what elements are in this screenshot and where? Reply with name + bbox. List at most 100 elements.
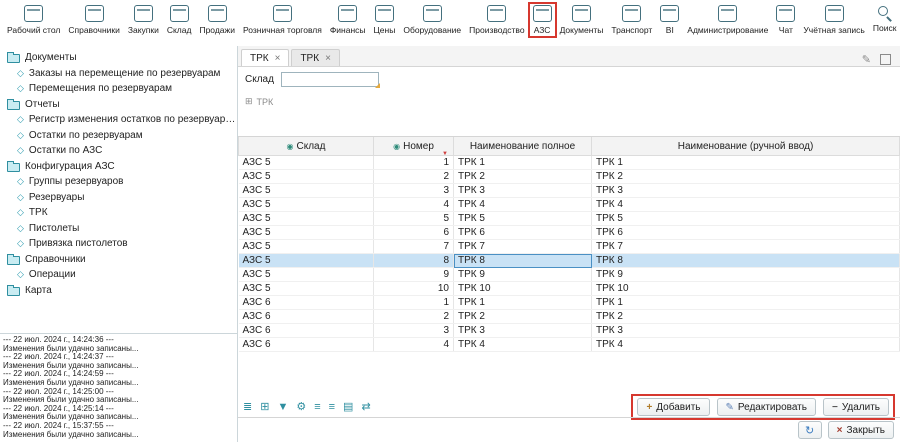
cell-full[interactable]: ТРК 7: [454, 240, 592, 254]
cell-nomer[interactable]: 3: [374, 184, 454, 198]
sidebar-item-gruppy-rezervuarov[interactable]: ◇Группы резервуаров: [0, 174, 237, 190]
cell-sklad[interactable]: АЗС 5: [239, 226, 374, 240]
transfer-icon[interactable]: ⇄: [361, 402, 370, 413]
sidebar-item-ostatki-po-azs[interactable]: ◇Остатки по АЗС: [0, 143, 237, 159]
toolbar-item-search[interactable]: Поиск: [869, 3, 900, 35]
column-header[interactable]: Наименование полное: [454, 137, 592, 156]
cell-full[interactable]: ТРК 2: [454, 310, 592, 324]
settings-gear-icon[interactable]: ⚙: [296, 402, 306, 413]
cell-sklad[interactable]: АЗС 5: [239, 170, 374, 184]
cell-sklad[interactable]: АЗС 5: [239, 212, 374, 226]
table-row[interactable]: АЗС 52ТРК 2ТРК 2: [239, 170, 900, 184]
sidebar-item-peremeshcheniya[interactable]: ◇Перемещения по резервуарам: [0, 81, 237, 97]
cell-nomer[interactable]: 6: [374, 226, 454, 240]
cell-sklad[interactable]: АЗС 6: [239, 296, 374, 310]
cell-manual[interactable]: ТРК 1: [592, 156, 900, 170]
cell-nomer[interactable]: 4: [374, 198, 454, 212]
toolbar-item-administration[interactable]: Администрирование: [683, 3, 772, 37]
table-row[interactable]: АЗС 56ТРК 6ТРК 6: [239, 226, 900, 240]
toolbar-item-bi[interactable]: BI: [656, 3, 683, 37]
cell-nomer[interactable]: 1: [374, 156, 454, 170]
toolbar-item-chat[interactable]: Чат: [772, 3, 799, 37]
tab-close-icon[interactable]: ×: [325, 53, 331, 64]
cell-nomer[interactable]: 2: [374, 310, 454, 324]
filter-input[interactable]: [281, 72, 379, 87]
table-row[interactable]: АЗС 61ТРК 1ТРК 1: [239, 296, 900, 310]
toolbar-item-azs[interactable]: АЗС: [529, 3, 556, 37]
sidebar-item-trk[interactable]: ◇ТРК: [0, 205, 237, 221]
tab-trk-1[interactable]: ТРК×: [241, 49, 289, 66]
cell-sklad[interactable]: АЗС 6: [239, 324, 374, 338]
column-header[interactable]: Наименование (ручной ввод): [592, 137, 900, 156]
toolbar-item-sales[interactable]: Продажи: [195, 3, 239, 37]
table-row[interactable]: АЗС 64ТРК 4ТРК 4: [239, 338, 900, 352]
edit-form-icon[interactable]: ✎: [862, 53, 871, 66]
delete-button[interactable]: −Удалить: [823, 398, 889, 416]
cell-nomer[interactable]: 9: [374, 268, 454, 282]
sidebar-item-spravochniki[interactable]: Справочники: [0, 252, 237, 268]
sidebar-item-zakazy-na-peremeshchenie[interactable]: ◇Заказы на перемещение по резервуарам: [0, 66, 237, 82]
cell-full[interactable]: ТРК 5: [454, 212, 592, 226]
view-list-icon[interactable]: ≣: [243, 402, 252, 413]
group-header[interactable]: ⊞ ТРК: [245, 96, 273, 107]
table-row[interactable]: АЗС 55ТРК 5ТРК 5: [239, 212, 900, 226]
toolbar-item-desktop[interactable]: Рабочий стол: [3, 3, 64, 37]
table-row[interactable]: АЗС 53ТРК 3ТРК 3: [239, 184, 900, 198]
toolbar-item-purchases[interactable]: Закупки: [124, 3, 163, 37]
view-table-icon[interactable]: ⊞: [260, 402, 269, 413]
column-header[interactable]: ◉Склад: [239, 137, 374, 156]
toolbar-item-transport[interactable]: Транспорт: [607, 3, 656, 37]
cell-sklad[interactable]: АЗС 5: [239, 282, 374, 296]
copy-icon[interactable]: ▤: [343, 402, 353, 413]
sort-list-icon[interactable]: ≡: [329, 402, 335, 413]
cell-sklad[interactable]: АЗС 6: [239, 338, 374, 352]
cell-nomer[interactable]: 7: [374, 240, 454, 254]
cell-nomer[interactable]: 4: [374, 338, 454, 352]
cell-manual[interactable]: ТРК 4: [592, 198, 900, 212]
cell-nomer[interactable]: 8: [374, 254, 454, 268]
cell-manual[interactable]: ТРК 2: [592, 170, 900, 184]
group-toggle-icon[interactable]: ⊞: [245, 96, 253, 107]
cell-nomer[interactable]: 1: [374, 296, 454, 310]
cell-manual[interactable]: ТРК 1: [592, 296, 900, 310]
sidebar-item-privyazka-pistoletov[interactable]: ◇Привязка пистолетов: [0, 236, 237, 252]
cell-manual[interactable]: ТРК 6: [592, 226, 900, 240]
cell-sklad[interactable]: АЗС 5: [239, 254, 374, 268]
toolbar-item-warehouse[interactable]: Склад: [163, 3, 196, 37]
toolbar-item-finance[interactable]: Финансы: [326, 3, 370, 37]
toolbar-item-documents[interactable]: Документы: [556, 3, 608, 37]
cell-nomer[interactable]: 5: [374, 212, 454, 226]
add-button[interactable]: +Добавить: [637, 398, 709, 416]
sidebar-item-dokumenty[interactable]: Документы: [0, 50, 237, 66]
cell-full[interactable]: ТРК 3: [454, 184, 592, 198]
column-header[interactable]: ◉Номер▼: [374, 137, 454, 156]
cell-nomer[interactable]: 3: [374, 324, 454, 338]
tab-close-icon[interactable]: ×: [275, 53, 281, 64]
cell-sklad[interactable]: АЗС 5: [239, 198, 374, 212]
cell-full[interactable]: ТРК 3: [454, 324, 592, 338]
cell-manual[interactable]: ТРК 2: [592, 310, 900, 324]
table-row[interactable]: АЗС 63ТРК 3ТРК 3: [239, 324, 900, 338]
table-row[interactable]: АЗС 510ТРК 10ТРК 10: [239, 282, 900, 296]
cell-manual[interactable]: ТРК 3: [592, 324, 900, 338]
expand-window-icon[interactable]: [880, 54, 891, 65]
cell-manual[interactable]: ТРК 7: [592, 240, 900, 254]
cell-manual[interactable]: ТРК 10: [592, 282, 900, 296]
refresh-button[interactable]: ↻: [798, 421, 822, 439]
list-icon[interactable]: ≡: [314, 402, 320, 413]
cell-nomer[interactable]: 2: [374, 170, 454, 184]
cell-sklad[interactable]: АЗС 6: [239, 310, 374, 324]
toolbar-item-production[interactable]: Производство: [465, 3, 528, 37]
table-row[interactable]: АЗС 59ТРК 9ТРК 9: [239, 268, 900, 282]
toolbar-item-references[interactable]: Справочники: [64, 3, 124, 37]
edit-button[interactable]: ✎Редактировать: [717, 398, 816, 416]
sidebar-item-registr-izmeneniya[interactable]: ◇Регистр изменения остатков по резервуар…: [0, 112, 237, 128]
cell-full[interactable]: ТРК 10: [454, 282, 592, 296]
cell-full[interactable]: ТРК 9: [454, 268, 592, 282]
cell-full[interactable]: ТРК 4: [454, 198, 592, 212]
cell-sklad[interactable]: АЗС 5: [239, 156, 374, 170]
cell-full[interactable]: ТРК 8: [454, 254, 592, 268]
toolbar-item-account[interactable]: Учётная запись: [799, 3, 869, 37]
table-row[interactable]: АЗС 54ТРК 4ТРК 4: [239, 198, 900, 212]
cell-manual[interactable]: ТРК 3: [592, 184, 900, 198]
